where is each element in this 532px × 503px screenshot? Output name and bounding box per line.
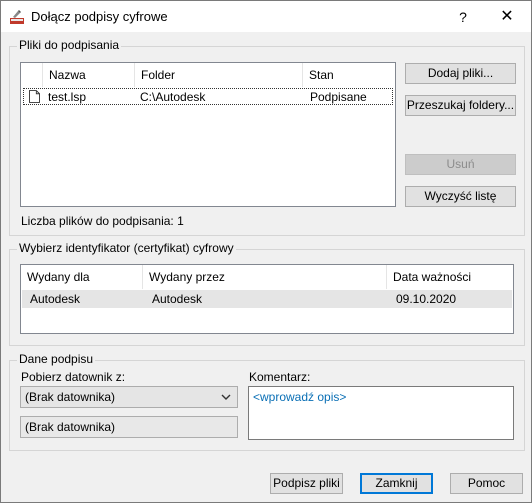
comment-field[interactable]: <wprowadź opis> <box>248 386 514 440</box>
timestamp-selected: (Brak datownika) <box>25 390 116 404</box>
file-icon <box>29 90 40 103</box>
cert-expiry: 09.10.2020 <box>396 292 457 306</box>
dialog-window: Dołącz podpisy cyfrowe ? ✕ Pliki do podp… <box>0 0 532 503</box>
table-row[interactable]: test.lsp C:\Autodesk Podpisane <box>23 88 393 105</box>
cert-col-issued-by[interactable]: Wydany przez <box>143 265 387 289</box>
window-title: Dołącz podpisy cyfrowe <box>31 9 168 24</box>
chevron-down-icon <box>221 394 231 400</box>
files-list-header: Nazwa Folder Stan <box>21 63 395 87</box>
close-title-button[interactable]: ✕ <box>485 3 529 31</box>
files-col-status[interactable]: Stan <box>303 63 395 87</box>
sign-files-label: Podpisz pliki <box>273 476 340 490</box>
certificate-list-header: Wydany dla Wydany przez Data ważności <box>21 265 513 289</box>
certificate-list[interactable]: Wydany dla Wydany przez Data ważności Au… <box>20 264 514 334</box>
files-col-name[interactable]: Nazwa <box>43 63 135 87</box>
file-name: test.lsp <box>48 90 87 104</box>
cert-col-issued-to[interactable]: Wydany dla <box>21 265 143 289</box>
files-list[interactable]: Nazwa Folder Stan test.lsp C:\Autodesk P… <box>20 62 396 207</box>
clear-list-label: Wyczyść listę <box>424 189 497 203</box>
comment-label: Komentarz: <box>249 370 311 384</box>
clear-list-button[interactable]: Wyczyść listę <box>405 186 516 207</box>
sign-files-button[interactable]: Podpisz pliki <box>270 473 343 494</box>
comment-placeholder: <wprowadź opis> <box>253 390 347 404</box>
files-col-folder[interactable]: Folder <box>135 63 303 87</box>
add-files-label: Dodaj pliki... <box>427 66 494 80</box>
signature-group-label: Dane podpisu <box>17 352 96 366</box>
timestamp-label: Pobierz datownik z: <box>21 370 126 384</box>
cert-issued-to: Autodesk <box>30 292 81 306</box>
help-button[interactable]: Pomoc <box>450 473 523 494</box>
signature-app-icon <box>10 10 24 24</box>
search-folders-button[interactable]: Przeszukaj foldery... <box>405 95 516 116</box>
cert-col-expiry[interactable]: Data ważności <box>387 265 513 289</box>
help-title-button[interactable]: ? <box>445 3 481 31</box>
timestamp-dropdown[interactable]: (Brak datownika) <box>20 386 238 408</box>
file-folder: C:\Autodesk <box>140 90 206 104</box>
file-status: Podpisane <box>310 90 367 104</box>
remove-button[interactable]: Usuń <box>405 154 516 175</box>
search-folders-label: Przeszukaj foldery... <box>406 98 515 112</box>
close-label: Zamknij <box>375 476 418 490</box>
cert-issued-by: Autodesk <box>152 292 203 306</box>
file-count-label: Liczba plików do podpisania: 1 <box>21 214 184 228</box>
help-label: Pomoc <box>467 476 506 490</box>
timestamp-display: (Brak datownika) <box>20 416 238 438</box>
close-button[interactable]: Zamknij <box>360 473 433 494</box>
remove-label: Usuń <box>446 157 475 171</box>
title-bar: Dołącz podpisy cyfrowe ? ✕ <box>1 1 531 32</box>
add-files-button[interactable]: Dodaj pliki... <box>405 63 516 84</box>
files-group-label: Pliki do podpisania <box>17 38 122 52</box>
timestamp-display-text: (Brak datownika) <box>25 420 116 434</box>
certificate-group-label: Wybierz identyfikator (certyfikat) cyfro… <box>17 241 236 255</box>
table-row[interactable]: Autodesk Autodesk 09.10.2020 <box>22 290 512 308</box>
files-col-icon <box>21 63 43 87</box>
